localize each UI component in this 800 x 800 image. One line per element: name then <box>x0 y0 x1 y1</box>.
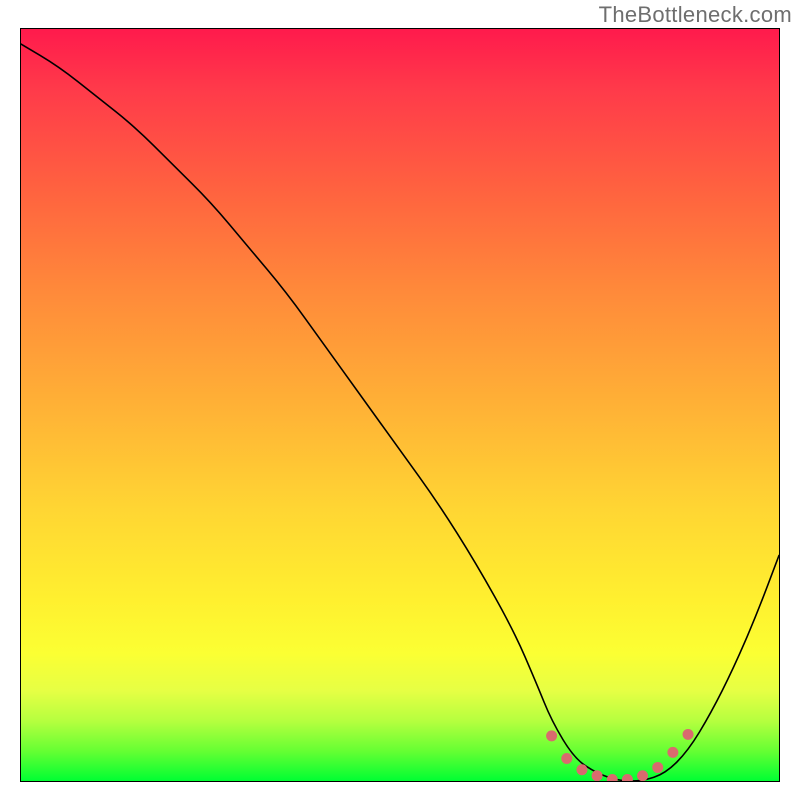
bottleneck-curve-path <box>21 44 779 781</box>
curve-layer <box>21 29 779 781</box>
watermark-text: TheBottleneck.com <box>599 2 792 28</box>
optimal-dot <box>546 730 557 741</box>
optimal-dot <box>576 764 587 775</box>
optimal-dot <box>667 747 678 758</box>
optimal-range-dots <box>546 729 693 781</box>
optimal-dot <box>683 729 694 740</box>
optimal-dot <box>637 770 648 781</box>
plot-area <box>20 28 780 782</box>
optimal-dot <box>622 774 633 781</box>
chart-container: TheBottleneck.com <box>0 0 800 800</box>
optimal-dot <box>592 770 603 781</box>
optimal-dot <box>652 762 663 773</box>
optimal-dot <box>607 774 618 781</box>
optimal-dot <box>561 753 572 764</box>
